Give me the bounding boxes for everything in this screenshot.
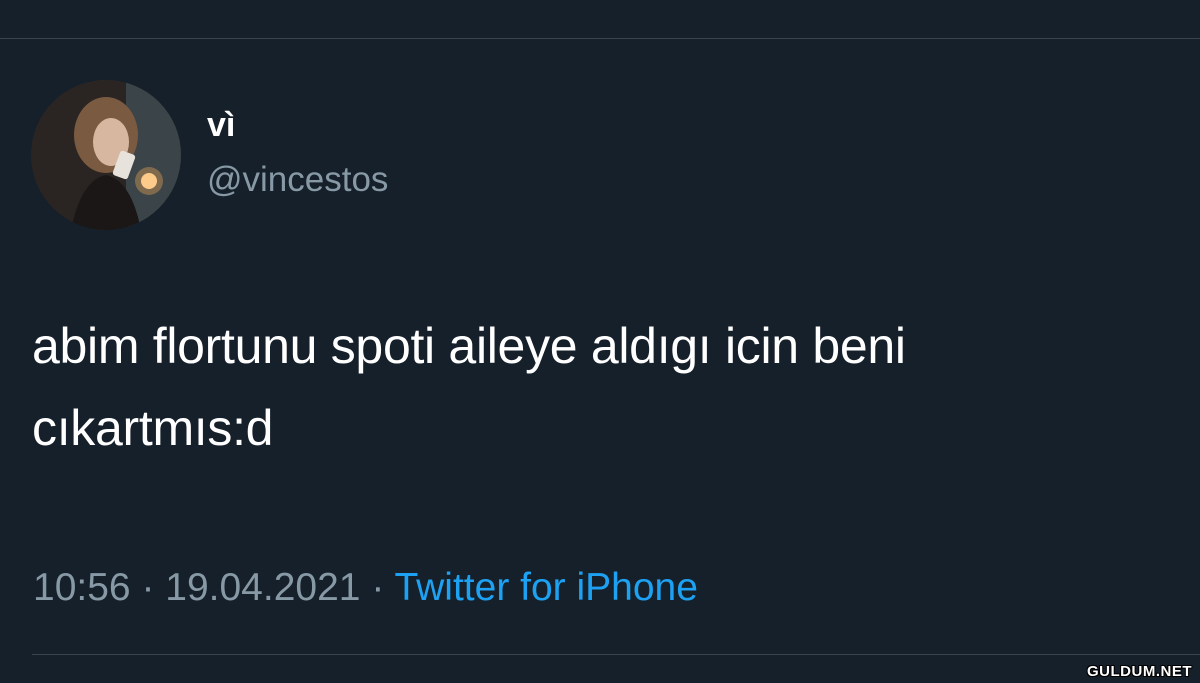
tweet-date[interactable]: 19.04.2021: [165, 566, 360, 609]
avatar-photo: [31, 80, 181, 230]
username[interactable]: @vincestos: [207, 156, 388, 204]
avatar[interactable]: [31, 80, 181, 230]
top-divider: [0, 38, 1200, 39]
meta-separator: ·: [130, 566, 166, 609]
watermark: GULDUM.NET: [1087, 663, 1192, 680]
tweet-source-link[interactable]: Twitter for iPhone: [394, 566, 697, 609]
meta-separator: ·: [360, 566, 395, 609]
tweet-text-line: cıkartmıs:d: [32, 400, 274, 456]
tweet-time[interactable]: 10:56: [33, 566, 131, 609]
tweet-meta: 10:56 · 19.04.2021 · Twitter for iPhone: [33, 562, 698, 614]
tweet-text-line: abim flortunu spoti aileye aldıgı icin b…: [32, 318, 906, 374]
bottom-divider: [32, 654, 1200, 655]
tweet-text: abim flortunu spoti aileye aldıgı icin b…: [32, 305, 1192, 469]
display-name[interactable]: vì: [207, 103, 235, 147]
